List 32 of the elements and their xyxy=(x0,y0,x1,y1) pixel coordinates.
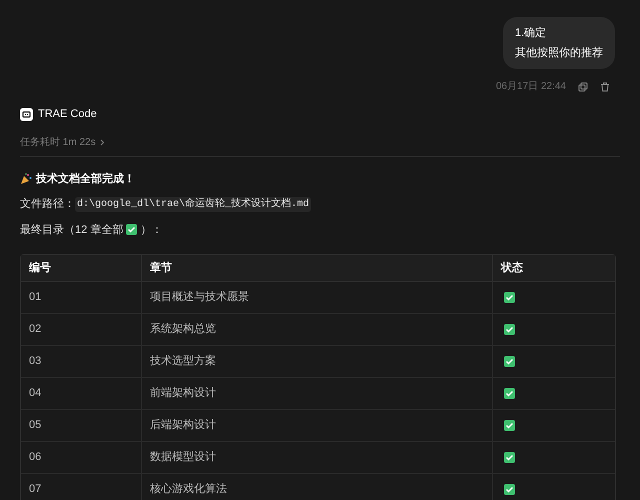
table-cell-text: 05 xyxy=(29,418,42,434)
table-cell-text: 数据模型设计 xyxy=(150,450,216,466)
trash-icon[interactable] xyxy=(600,82,610,92)
file-path: d:\google_dl\trae\命运齿轮_技术设计文档.md xyxy=(75,196,312,212)
table-cell-text: 系统架构总览 xyxy=(150,322,216,338)
column-header: 状态 xyxy=(501,260,523,276)
table-cell-text: 07 xyxy=(29,482,42,498)
message-text: 其他按照你的推荐 xyxy=(515,46,603,60)
table-cell-text: 02 xyxy=(29,322,42,338)
toc-label-end: ）： xyxy=(140,222,162,238)
table-cell-text: 06 xyxy=(29,450,42,466)
table-cell-text: 前端架构设计 xyxy=(150,386,216,402)
table-cell-text: 03 xyxy=(29,354,42,370)
column-header: 章节 xyxy=(150,260,172,276)
table-cell-text: 后端架构设计 xyxy=(150,418,216,434)
toc-label: 最终目录（12 章全部 xyxy=(20,222,124,238)
copy-icon[interactable] xyxy=(578,82,588,92)
table-cell-text: 核心游戏化算法 xyxy=(150,482,227,498)
completion-heading: 技术文档全部完成！ xyxy=(36,172,135,186)
assistant-name: TRAE Code xyxy=(38,107,97,122)
duration-label[interactable]: 任务耗时 1m 22s xyxy=(20,134,96,150)
table-cell-text: 04 xyxy=(29,386,42,402)
path-label: 文件路径： xyxy=(20,196,75,212)
column-header: 编号 xyxy=(29,260,51,276)
chevron-icon[interactable] xyxy=(100,138,105,146)
table-cell-text: 技术选型方案 xyxy=(150,354,216,370)
robot-icon xyxy=(20,108,33,121)
table-cell-text: 项目概述与技术愿景 xyxy=(150,290,249,306)
timestamp: 06月17日 22:44 xyxy=(496,80,566,94)
party-popper-icon xyxy=(20,172,32,185)
message-text: 1.确定 xyxy=(515,26,548,41)
table-cell-text: 01 xyxy=(29,290,42,306)
